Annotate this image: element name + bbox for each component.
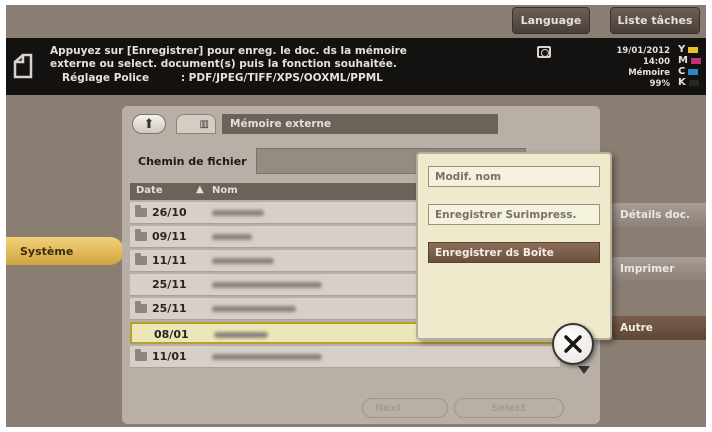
close-icon — [564, 335, 582, 353]
row-date: 08/01 — [154, 328, 189, 341]
folder-icon — [135, 253, 147, 265]
save-options-popup: Modif. nom Enregistrer Surimpress. Enreg… — [416, 152, 612, 340]
folder-tab[interactable]: ▥ — [176, 114, 216, 134]
file-path-label: Chemin de fichier — [138, 154, 247, 168]
sort-asc-icon[interactable]: ▲ — [196, 184, 204, 195]
row-name-redacted — [212, 306, 296, 312]
toner-row: K — [678, 77, 701, 88]
table-row[interactable]: 11/01 — [130, 346, 560, 368]
document-details-button[interactable]: Détails doc. — [612, 203, 706, 227]
toner-letter: M — [678, 55, 688, 66]
folder-icon — [135, 301, 147, 313]
message-bar: Appuyez sur [Enregistrer] pour enreg. le… — [6, 38, 706, 95]
up-arrow-icon: ⬆ — [143, 116, 155, 132]
printer-panel-screen: Language Liste tâches Appuyez sur [Enreg… — [6, 5, 706, 427]
folder-icon: ▥ — [199, 118, 209, 130]
row-name-redacted — [212, 354, 322, 360]
row-date: 25/11 — [152, 278, 187, 291]
folder-icon — [135, 349, 147, 361]
row-date: 25/11 — [152, 302, 187, 315]
status-date: 19/01/2012 — [616, 46, 670, 56]
toner-bar — [691, 57, 701, 64]
memory-label: Mémoire — [628, 68, 670, 78]
folder-icon — [135, 205, 147, 217]
toner-bar — [688, 79, 699, 86]
print-button[interactable]: Imprimer — [612, 257, 706, 281]
row-date: 26/10 — [152, 206, 187, 219]
row-name-redacted — [212, 282, 322, 288]
save-overlay-button[interactable]: Enregistrer Surimpress. — [428, 204, 600, 225]
row-name-redacted — [214, 332, 268, 338]
toner-levels: YMCK — [678, 44, 701, 88]
toner-row: C — [678, 66, 701, 77]
row-name-redacted — [212, 210, 264, 216]
rename-button[interactable]: Modif. nom — [428, 166, 600, 187]
status-time: 14:00 — [642, 57, 670, 67]
next-button[interactable]: Next — [362, 398, 448, 418]
message-line-2: externe ou select. document(s) puis la f… — [50, 58, 397, 70]
language-button[interactable]: Language — [512, 7, 590, 34]
row-name-redacted — [212, 234, 252, 240]
select-button[interactable]: Select — [454, 398, 564, 418]
toner-row: M — [678, 55, 701, 66]
row-date: 09/11 — [152, 230, 187, 243]
scroll-down-icon[interactable] — [578, 366, 590, 374]
column-name[interactable]: Nom — [212, 185, 238, 196]
font-setting-label: Réglage Police — [62, 72, 150, 84]
toner-letter: K — [678, 77, 686, 88]
camera-icon — [537, 46, 551, 58]
document-icon — [13, 53, 33, 79]
up-folder-button[interactable]: ⬆ — [132, 114, 166, 134]
message-line-3: Réglage Police : PDF/JPEG/TIFF/XPS/OOXML… — [50, 72, 383, 84]
row-date: 11/01 — [152, 350, 187, 363]
row-date: 11/11 — [152, 254, 187, 267]
toner-letter: C — [678, 66, 686, 77]
other-button[interactable]: Autre — [612, 316, 706, 340]
message-line-1: Appuyez sur [Enregistrer] pour enreg. le… — [50, 45, 407, 57]
current-location-label: Mémoire externe — [222, 114, 498, 134]
folder-icon — [135, 229, 147, 241]
toner-bar — [688, 68, 699, 75]
task-list-button[interactable]: Liste tâches — [610, 7, 700, 34]
status-block: 19/01/2012 14:00 Mémoire 99% — [616, 46, 670, 90]
toner-bar — [688, 46, 699, 53]
save-to-box-button[interactable]: Enregistrer ds Boîte — [428, 242, 600, 263]
system-menu-tab[interactable]: Système — [6, 237, 124, 265]
toner-row: Y — [678, 44, 701, 55]
memory-value: 99% — [649, 79, 670, 89]
column-header[interactable]: Date ▲ Nom — [130, 183, 418, 200]
column-date[interactable]: Date — [136, 185, 163, 196]
close-popup-button[interactable] — [552, 323, 594, 365]
toner-letter: Y — [678, 44, 686, 55]
font-setting-value: : PDF/JPEG/TIFF/XPS/OOXML/PPML — [180, 72, 383, 84]
row-name-redacted — [212, 258, 274, 264]
